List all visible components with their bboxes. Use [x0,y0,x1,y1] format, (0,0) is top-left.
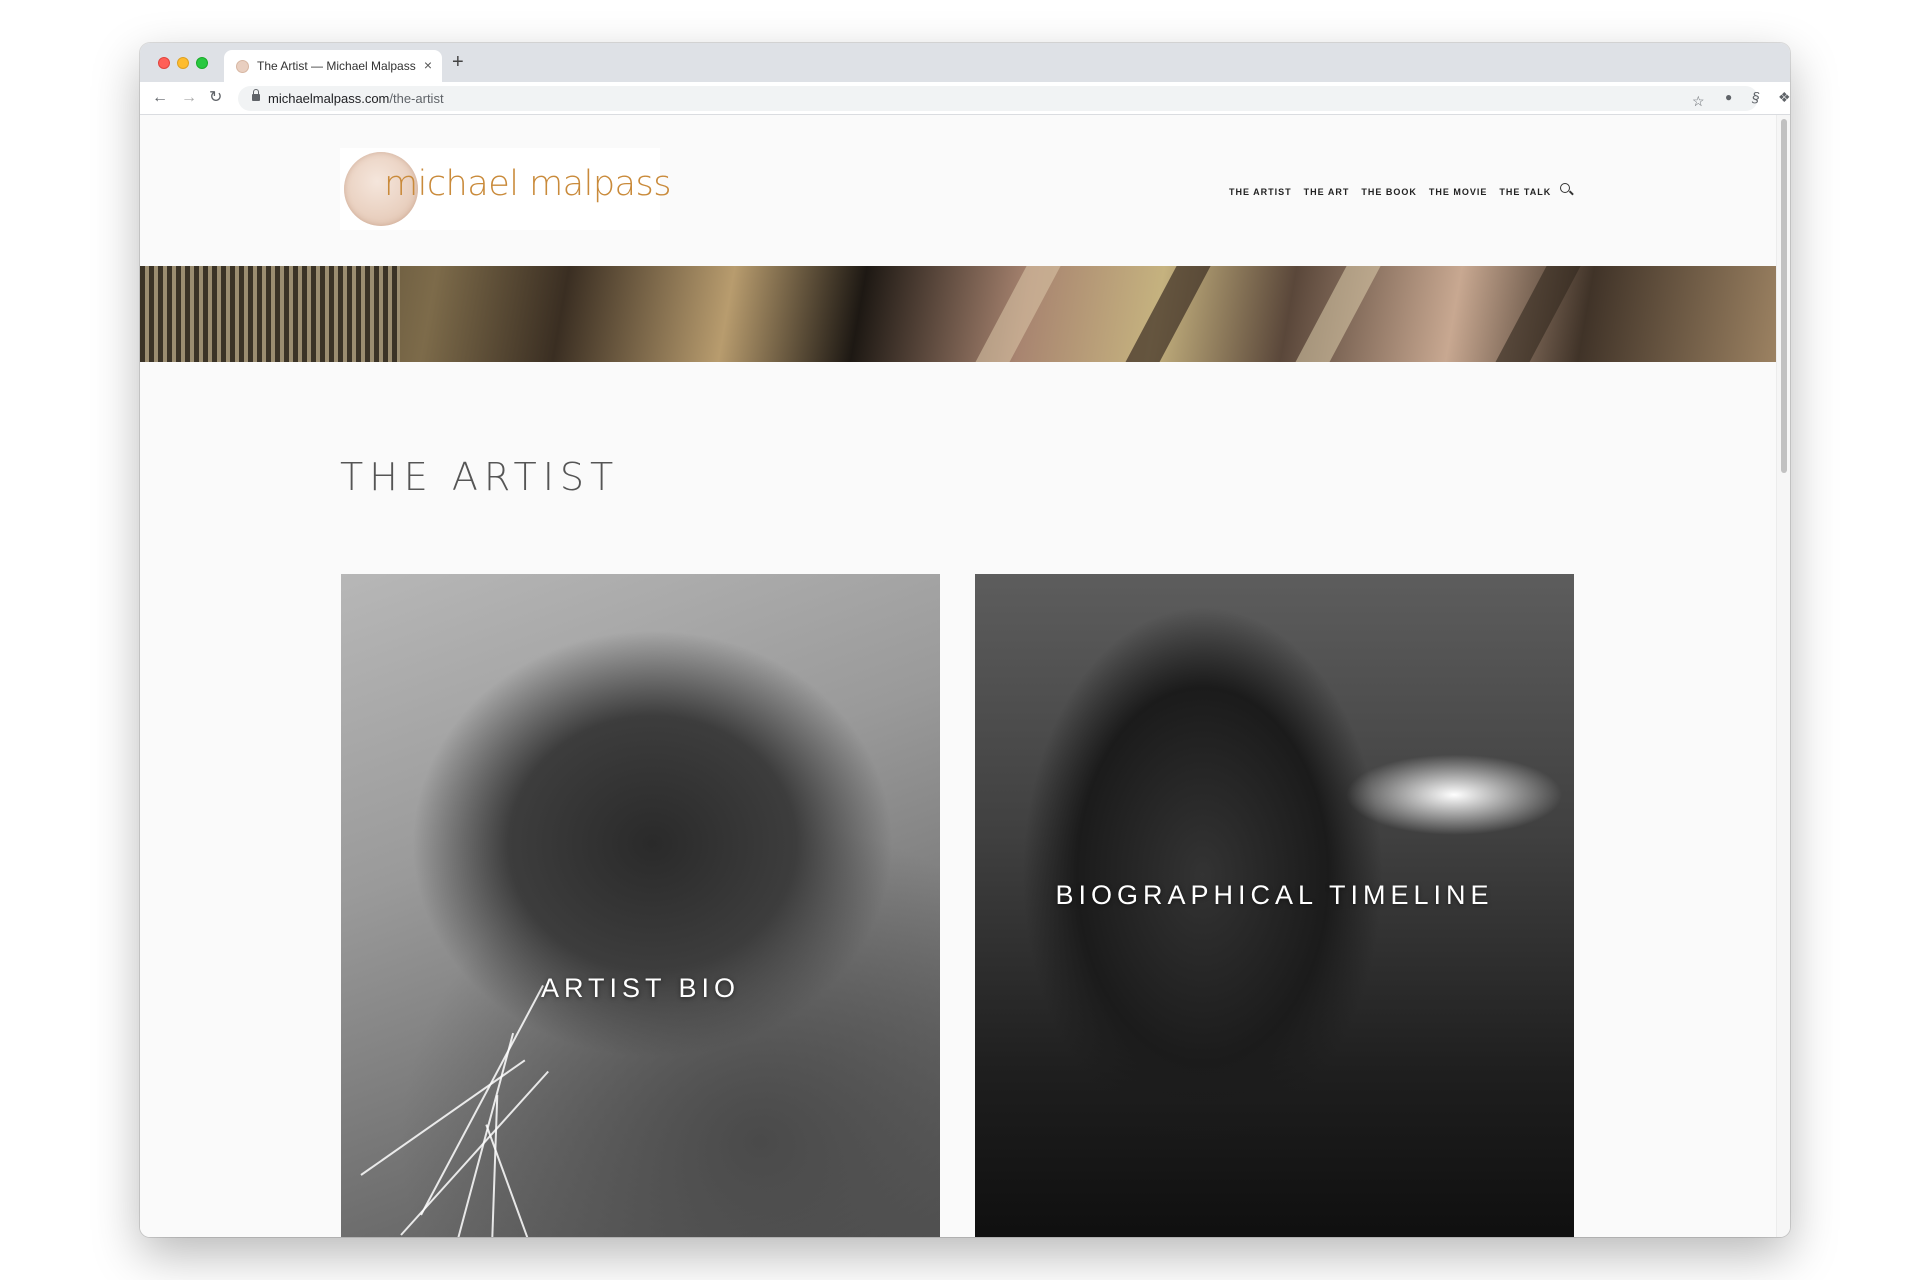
maximize-window-button[interactable] [196,57,208,69]
banner-blade-shape [1282,266,1392,362]
favicon-icon [236,60,249,73]
extension-s-icon[interactable]: § [1752,87,1760,107]
close-tab-icon[interactable]: × [424,57,432,73]
artist-bio-label: ARTIST BIO [540,973,741,1003]
lock-icon [252,89,260,103]
new-tab-button[interactable]: + [452,52,464,72]
nav-item-the-artist[interactable]: THE ARTIST [1229,187,1292,197]
url-text[interactable]: michaelmalpass.com/the-artist [268,91,444,106]
tab-bar: The Artist — Michael Malpass × + [140,43,1790,82]
header-banner-image [140,266,1776,362]
banner-blade-shape [962,266,1072,362]
biographical-timeline-card[interactable]: BIOGRAPHICAL TIMELINE [975,574,1574,1237]
extension-pin-icon[interactable]: ● [1725,87,1732,107]
browser-toolbar: ← → ↻ michaelmalpass.com/the-artist ☆ ● … [140,82,1790,115]
forward-arrow-icon[interactable]: → [181,88,197,108]
main-nav: THE ARTIST THE ART THE BOOK THE MOVIE TH… [1229,187,1563,197]
browser-tab[interactable]: The Artist — Michael Malpass × [224,50,442,82]
tab-title: The Artist — Michael Malpass [257,59,416,73]
search-icon[interactable] [1560,183,1574,197]
nav-item-the-art[interactable]: THE ART [1304,187,1350,197]
url-path: /the-artist [389,91,444,106]
minimize-window-button[interactable] [177,57,189,69]
scrollbar-thumb[interactable] [1781,119,1787,473]
reload-icon[interactable]: ↻ [209,88,222,108]
spark-line [420,984,544,1216]
back-arrow-icon[interactable]: ← [152,88,168,108]
spark-line [360,1059,526,1176]
spark-line [450,1032,515,1237]
url-domain: michaelmalpass.com [268,91,390,106]
browser-window: The Artist — Michael Malpass × + ← → ↻ m… [140,43,1790,1237]
page-scrollbar[interactable] [1776,115,1790,1237]
bookmark-star-icon[interactable]: ☆ [1692,91,1705,111]
nav-item-the-book[interactable]: THE BOOK [1361,187,1417,197]
extensions-puzzle-icon[interactable]: ❖ [1778,87,1790,107]
logo-text: michael malpass [384,164,671,204]
nav-item-the-movie[interactable]: THE MOVIE [1429,187,1488,197]
page-title: THE ARTIST [340,455,620,499]
artist-bio-card[interactable]: ARTIST BIO [341,574,940,1237]
close-window-button[interactable] [158,57,170,69]
nav-item-the-talk[interactable]: THE TALK [1499,187,1551,197]
site-logo[interactable]: michael malpass [340,148,671,230]
biographical-timeline-label: BIOGRAPHICAL TIMELINE [1055,880,1494,910]
banner-blade-shape [1112,266,1222,362]
address-bar[interactable]: michaelmalpass.com/the-artist ☆ [238,86,1758,111]
banner-blade-shape [1482,266,1592,362]
web-page: michael malpass THE ARTIST THE ART THE B… [140,115,1776,1237]
